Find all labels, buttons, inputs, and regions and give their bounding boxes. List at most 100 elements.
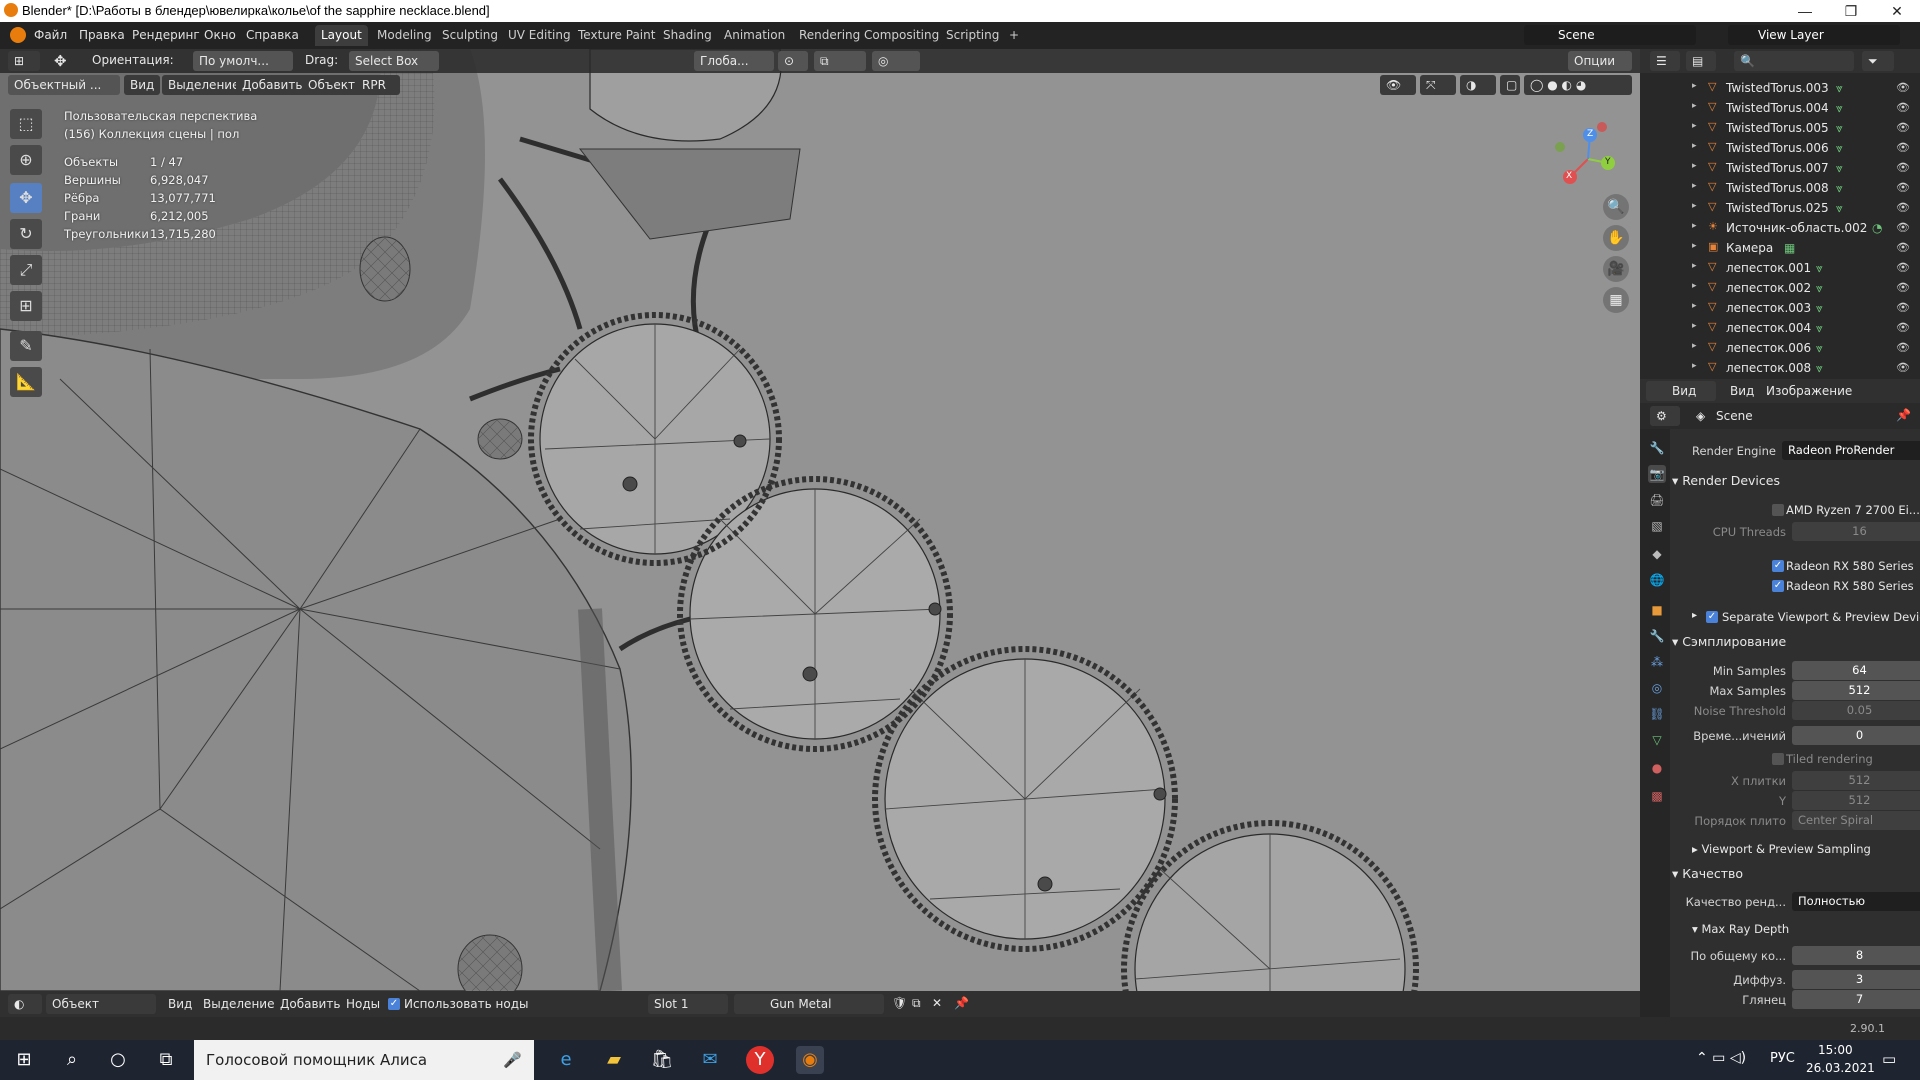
outliner-search-input[interactable]: 🔍 [1734, 51, 1854, 71]
image-menu-image[interactable]: Изображение [1766, 384, 1852, 398]
outliner-item[interactable]: ▸ ▽ TwistedTorus.006 ⩔ 👁 [1640, 138, 1920, 158]
node-menu-select[interactable]: Выделение [203, 997, 274, 1011]
shading-modes[interactable]: ◯ ● ◐ ◕ [1524, 75, 1632, 95]
menu-help[interactable]: Справка [246, 28, 299, 42]
alice-assistant-box[interactable]: Голосовой помощник Алиса 🎤 [194, 1040, 534, 1080]
scene-tab-icon[interactable]: ◆ [1648, 545, 1666, 563]
camera-view-icon[interactable]: 🎥 [1603, 256, 1629, 282]
outliner-item[interactable]: ▸ ▽ лепесток.008 ⩔ 👁 [1640, 358, 1920, 378]
material-selector[interactable]: Gun Metal [734, 994, 884, 1014]
mesh-data-icon[interactable]: ⩔ [1836, 141, 1843, 156]
options-dropdown[interactable]: Опции [1568, 51, 1632, 71]
pivot-icon[interactable]: ⊙ [778, 51, 808, 71]
tray-icons[interactable]: ⌃ ▭ ◁) [1696, 1050, 1746, 1066]
noise-threshold-field[interactable]: 0.05 [1792, 701, 1920, 720]
cursor-tool-icon[interactable]: ⊕ [10, 145, 42, 175]
tiled-rendering-checkbox[interactable] [1772, 753, 1784, 765]
mesh-data-icon[interactable]: ⩔ [1816, 261, 1823, 276]
filter-icon[interactable]: ⏷ [1862, 51, 1894, 71]
pin-properties-icon[interactable]: 📌 [1896, 408, 1911, 422]
expand-arrow-icon[interactable]: ▸ [1692, 141, 1697, 151]
tab-layout[interactable]: Layout [315, 25, 368, 46]
fake-user-icon[interactable]: 🛡 [892, 996, 907, 1010]
menu-window[interactable]: Окно [204, 28, 236, 42]
outliner-item[interactable]: ▸ ▽ лепесток.006 ⩔ 👁 [1640, 338, 1920, 358]
world-tab-icon[interactable]: 🌐 [1648, 571, 1666, 589]
sampling-title[interactable]: ▾ Сэмплирование [1672, 634, 1786, 649]
visibility-eye-icon[interactable]: 👁 [1896, 341, 1910, 354]
ray-depth-subpanel[interactable]: ▾ Max Ray Depth [1692, 922, 1789, 936]
render-quality-dropdown[interactable]: Полностью [1792, 892, 1920, 911]
image-view-dropdown[interactable]: Вид [1646, 381, 1716, 401]
min-samples-field[interactable]: 64 [1792, 661, 1920, 680]
unlink-material-icon[interactable]: ✕ [932, 996, 942, 1010]
view-layer-selector[interactable]: View Layer [1728, 25, 1900, 45]
glossy-depth-field[interactable]: 7 [1792, 990, 1920, 1009]
edge-icon[interactable]: e [552, 1046, 580, 1074]
close-icon[interactable]: ✕ [1874, 0, 1920, 22]
tile-x-field[interactable]: 512 [1792, 771, 1920, 790]
mail-icon[interactable]: ✉ [696, 1046, 724, 1074]
visibility-eye-icon[interactable]: 👁 [1896, 321, 1910, 334]
mesh-data-icon[interactable]: ⩔ [1836, 121, 1843, 136]
gizmo-icon[interactable]: ⤧ [1420, 75, 1456, 95]
duplicate-material-icon[interactable]: ⧉ [912, 996, 921, 1011]
proportional-edit-icon[interactable]: ◎ [872, 51, 920, 71]
tab-uv-editing[interactable]: UV Editing [502, 25, 577, 46]
overlays-icon[interactable]: ◑ [1460, 75, 1496, 95]
outliner-item[interactable]: ▸ ▽ TwistedTorus.004 ⩔ 👁 [1640, 98, 1920, 118]
menu-edit[interactable]: Правка [79, 28, 125, 42]
editor-type-button[interactable]: ⊞ [8, 51, 40, 71]
scene-selector[interactable]: Scene [1524, 25, 1696, 45]
expand-arrow-icon[interactable]: ▸ [1692, 261, 1697, 271]
expand-arrow-icon[interactable]: ▸ [1692, 221, 1697, 231]
tab-modeling[interactable]: Modeling [371, 25, 438, 46]
outliner-item[interactable]: ▸ ▽ лепесток.001 ⩔ 👁 [1640, 258, 1920, 278]
visibility-eye-icon[interactable]: 👁 [1896, 141, 1910, 154]
total-depth-field[interactable]: 8 [1792, 946, 1920, 965]
material-tab-icon[interactable]: ● [1648, 759, 1666, 777]
notifications-icon[interactable]: ▭ [1882, 1050, 1896, 1068]
file-explorer-icon[interactable]: ▰ [600, 1046, 628, 1074]
node-menu-add[interactable]: Добавить [280, 997, 340, 1011]
measure-tool-icon[interactable]: 📐 [10, 367, 42, 397]
blender-menu-icon[interactable] [10, 27, 26, 43]
max-samples-field[interactable]: 512 [1792, 681, 1920, 700]
shader-editor-type-icon[interactable]: ◐ [8, 994, 42, 1014]
visibility-eye-icon[interactable]: 👁 [1896, 181, 1910, 194]
outliner-item[interactable]: ▸ ☀ Источник-область.002 ◔ 👁 [1640, 218, 1920, 238]
snap-icon[interactable]: ⧉ [814, 51, 866, 71]
display-mode-icon[interactable]: ▤ [1686, 51, 1716, 71]
visibility-eye-icon[interactable]: 👁 [1896, 161, 1910, 174]
menu-render[interactable]: Рендеринг [132, 28, 200, 42]
menu-view[interactable]: Вид [124, 75, 161, 95]
node-menu-view[interactable]: Вид [168, 997, 192, 1011]
properties-editor-icon[interactable]: ⚙ [1650, 406, 1680, 426]
tile-order-dropdown[interactable]: Center Spiral [1792, 811, 1920, 830]
pan-hand-icon[interactable]: ✋ [1603, 225, 1629, 251]
minimize-icon[interactable]: — [1782, 0, 1828, 22]
data-tab-icon[interactable]: ▽ [1648, 731, 1666, 749]
image-menu-view[interactable]: Вид [1730, 384, 1754, 398]
outliner-item[interactable]: ▸ ▽ TwistedTorus.025 ⩔ 👁 [1640, 198, 1920, 218]
mesh-data-icon[interactable]: ⩔ [1836, 181, 1843, 196]
tab-texture-paint[interactable]: Texture Paint [572, 25, 661, 46]
outliner-item[interactable]: ▸ ▽ TwistedTorus.008 ⩔ 👁 [1640, 178, 1920, 198]
transform-orientation-dropdown[interactable]: Глоба... [694, 51, 774, 71]
zoom-icon[interactable]: 🔍 [1603, 194, 1629, 220]
cpu-threads-field[interactable]: 16 [1792, 522, 1920, 541]
mesh-data-icon[interactable]: ⩔ [1836, 201, 1843, 216]
outliner-item[interactable]: ▸ ▽ лепесток.002 ⩔ 👁 [1640, 278, 1920, 298]
tab-compositing[interactable]: Compositing [858, 25, 945, 46]
mesh-data-icon[interactable]: ⩔ [1816, 321, 1823, 336]
annotate-tool-icon[interactable]: ✎ [10, 331, 42, 361]
diffuse-depth-field[interactable]: 3 [1792, 970, 1920, 989]
start-windows-icon[interactable]: ⊞ [10, 1046, 38, 1074]
expand-arrow-icon[interactable]: ▸ [1692, 81, 1697, 91]
gpu1-checkbox[interactable]: ✓ [1772, 560, 1784, 572]
light-data-icon[interactable]: ◔ [1872, 221, 1882, 235]
add-workspace-button[interactable]: + [1003, 25, 1025, 46]
mesh-data-icon[interactable]: ⩔ [1816, 301, 1823, 316]
move-tool-button[interactable]: ✥ [10, 183, 42, 213]
orientation-dropdown[interactable]: По умолч... [193, 51, 293, 71]
